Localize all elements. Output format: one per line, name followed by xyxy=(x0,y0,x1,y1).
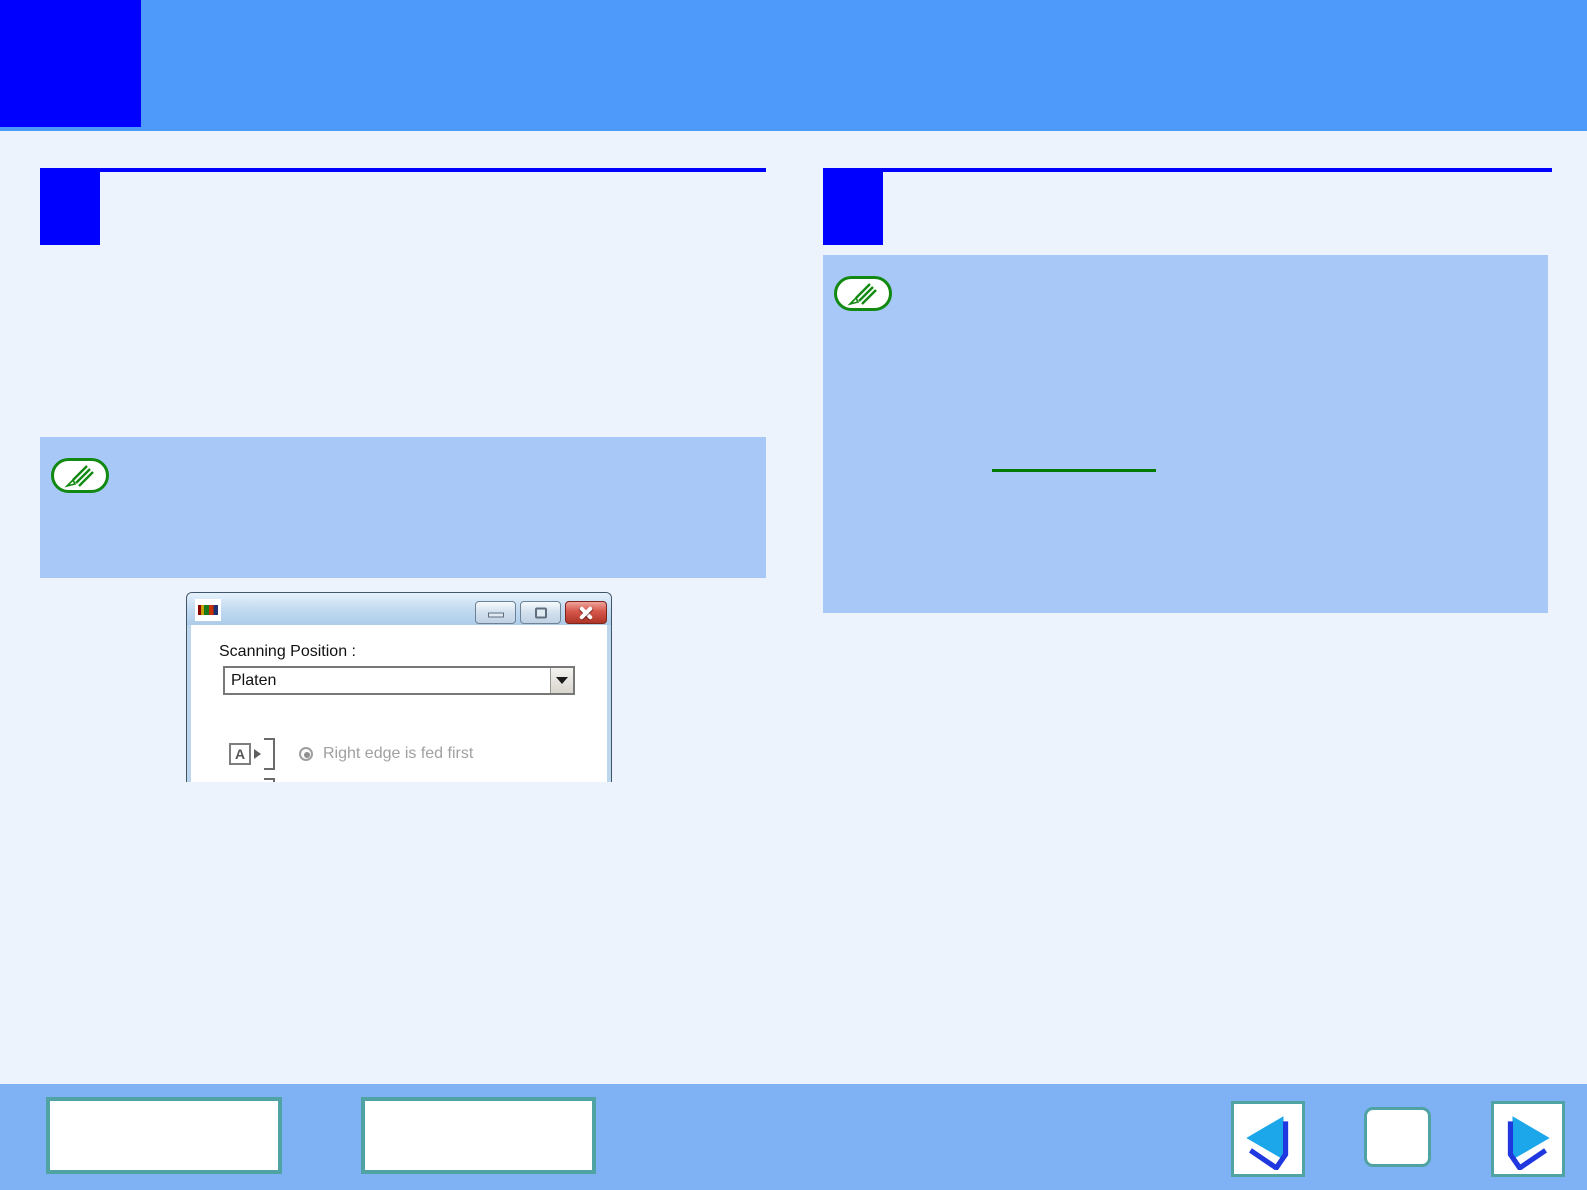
minimize-button[interactable] xyxy=(475,601,516,624)
note-badge xyxy=(834,276,892,311)
maximize-button[interactable] xyxy=(520,601,561,624)
close-button[interactable] xyxy=(565,601,607,624)
dialog-titlebar[interactable] xyxy=(187,593,611,625)
left-step-marker xyxy=(40,168,100,245)
link-underline[interactable] xyxy=(992,469,1156,472)
pencil-icon xyxy=(60,463,100,489)
feed-direction-arrow-icon xyxy=(254,749,261,759)
footer-contents-box[interactable] xyxy=(46,1097,282,1174)
forward-page-button[interactable] xyxy=(1491,1101,1565,1177)
note-box-right xyxy=(823,255,1548,613)
footer-bar xyxy=(0,1084,1587,1190)
forward-arrow-icon xyxy=(1497,1108,1559,1170)
dropdown-button[interactable] xyxy=(550,668,573,693)
scanning-position-label: Scanning Position : xyxy=(219,643,356,661)
dialog-body: Scanning Position : Platen A Right edge … xyxy=(187,625,611,782)
scanning-position-dropdown[interactable]: Platen xyxy=(223,666,575,695)
page-number-box[interactable] xyxy=(1364,1107,1431,1167)
feed-edge-bracket-icon xyxy=(263,736,277,772)
maximize-icon xyxy=(535,607,547,618)
note-box-left xyxy=(40,437,766,578)
radio-right-edge[interactable] xyxy=(299,747,313,761)
right-step-marker xyxy=(823,168,883,245)
radio-row-top-edge: A Top edge is fed first xyxy=(229,781,462,782)
header-accent-square xyxy=(0,0,141,127)
radio-right-edge-label: Right edge is fed first xyxy=(323,745,473,763)
right-heading-rule xyxy=(823,168,1552,172)
header-bar xyxy=(0,0,1587,131)
portrait-feed-icon: A xyxy=(229,743,251,765)
back-page-button[interactable] xyxy=(1231,1101,1305,1177)
twain-logo-icon xyxy=(195,599,221,621)
twain-dialog-window: Scanning Position : Platen A Right edge … xyxy=(186,592,612,782)
radio-row-right-edge: A Right edge is fed first xyxy=(229,741,473,767)
minimize-icon xyxy=(488,612,504,617)
chevron-down-icon xyxy=(556,677,568,684)
pencil-icon xyxy=(843,281,883,307)
dropdown-selected-value: Platen xyxy=(225,672,550,690)
left-heading-rule xyxy=(40,168,766,172)
back-arrow-icon xyxy=(1237,1108,1299,1170)
note-badge xyxy=(51,458,109,493)
feed-edge-bracket-icon xyxy=(263,776,277,782)
close-icon xyxy=(577,604,595,622)
footer-index-box[interactable] xyxy=(361,1097,596,1174)
